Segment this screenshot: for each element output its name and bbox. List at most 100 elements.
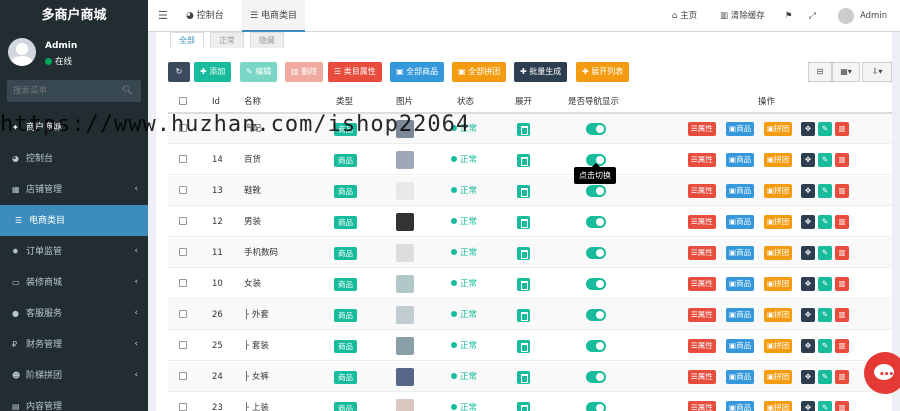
move-button[interactable]: ✥ [801,122,815,136]
expand-button[interactable] [517,278,530,291]
delete-row-button[interactable]: ▥ [835,122,849,136]
category-image[interactable] [396,399,414,411]
delete-row-button[interactable]: ▥ [835,370,849,384]
tab-category[interactable]: ☰ 电商类目 [242,0,305,32]
attr-button[interactable]: ☰属性 [688,122,716,136]
nav-display-toggle[interactable] [586,185,606,197]
table-row[interactable]: 10 女装 商品 正常 ☰属性 ▣商品 ▣拼团 ✥ ✎ ▥ [168,269,892,299]
row-checkbox[interactable] [179,248,187,256]
edit-row-button[interactable]: ✎ [818,153,832,167]
search-input[interactable] [7,80,117,102]
clear-cache-button[interactable]: ▥ 清除缓存 [720,0,765,32]
expand-button[interactable] [517,154,530,167]
delete-row-button[interactable]: ▥ [835,308,849,322]
row-checkbox[interactable] [179,155,187,163]
row-checkbox[interactable] [179,403,187,411]
category-image[interactable] [396,244,414,262]
nav-display-toggle[interactable] [586,340,606,352]
tab-dashboard[interactable]: ◕ 控制台 [178,0,232,32]
category-image[interactable] [396,275,414,293]
move-button[interactable]: ✥ [801,370,815,384]
table-row[interactable]: 11 手机数码 商品 正常 ☰属性 ▣商品 ▣拼团 ✥ ✎ ▥ [168,238,892,268]
nav-display-toggle[interactable] [586,402,606,411]
delete-row-button[interactable]: ▥ [835,246,849,260]
table-row[interactable]: 23 ├ 上装 商品 正常 ☰属性 ▣商品 ▣拼团 ✥ ✎ ▥ [168,393,892,411]
row-checkbox[interactable] [179,372,187,380]
move-button[interactable]: ✥ [801,277,815,291]
expand-button[interactable] [517,185,530,198]
sidebar-item-content[interactable]: ▤ 内容管理 [0,391,148,411]
expand-button[interactable] [517,309,530,322]
group-button[interactable]: ▣拼团 [764,277,793,291]
row-checkbox[interactable] [179,310,187,318]
sidebar-item-orders[interactable]: ✹ 订单监管 ‹ [0,236,148,267]
expand-button[interactable] [517,371,530,384]
row-checkbox[interactable] [179,279,187,287]
chat-button[interactable]: ••• [864,352,900,394]
goods-button[interactable]: ▣商品 [726,246,755,260]
group-button[interactable]: ▣拼团 [764,184,793,198]
group-button[interactable]: ▣拼团 [764,153,793,167]
move-button[interactable]: ✥ [801,215,815,229]
tab-all[interactable]: 全部 [170,32,204,48]
expand-button[interactable] [517,216,530,229]
refresh-button[interactable]: ↻ [168,62,190,82]
edit-row-button[interactable]: ✎ [818,184,832,198]
goods-button[interactable]: ▣商品 [726,153,755,167]
nav-display-toggle[interactable] [586,247,606,259]
category-image[interactable] [396,213,414,231]
category-attr-button[interactable]: ☰ 类目属性 [328,62,382,82]
delete-row-button[interactable]: ▥ [835,277,849,291]
category-image[interactable] [396,368,414,386]
row-checkbox[interactable] [179,186,187,194]
edit-row-button[interactable]: ✎ [818,308,832,322]
edit-row-button[interactable]: ✎ [818,246,832,260]
table-row[interactable]: 26 ├ 外套 商品 正常 ☰属性 ▣商品 ▣拼团 ✥ ✎ ▥ [168,300,892,330]
attr-button[interactable]: ☰属性 [688,215,716,229]
move-button[interactable]: ✥ [801,184,815,198]
add-button[interactable]: ✚ 添加 [194,62,232,82]
topbar-user[interactable]: Admin [860,0,887,32]
expand-button[interactable] [517,402,530,411]
search-icon[interactable]: 🔍︎ [122,86,133,96]
goods-button[interactable]: ▣商品 [726,122,755,136]
delete-row-button[interactable]: ▥ [835,339,849,353]
delete-row-button[interactable]: ▥ [835,215,849,229]
table-row[interactable]: 14 百货 商品 正常 ☰属性 ▣商品 ▣拼团 ✥ ✎ ▥ [168,145,892,175]
goods-button[interactable]: ▣商品 [726,215,755,229]
goods-button[interactable]: ▣商品 [726,339,755,353]
category-image[interactable] [396,306,414,324]
goods-button[interactable]: ▣商品 [726,277,755,291]
goods-button[interactable]: ▣商品 [726,401,755,411]
export-button[interactable]: ⇩▾ [862,62,892,82]
sidebar-item-category[interactable]: ☰ 电商类目 [0,205,148,236]
nav-display-toggle[interactable] [586,371,606,383]
row-checkbox[interactable] [179,341,187,349]
move-button[interactable]: ✥ [801,339,815,353]
edit-row-button[interactable]: ✎ [818,339,832,353]
nav-display-toggle[interactable] [586,278,606,290]
nav-display-toggle[interactable] [586,216,606,228]
expand-list-button[interactable]: ✚ 展开列表 [576,62,630,82]
group-button[interactable]: ▣拼团 [764,122,793,136]
delete-button[interactable]: ▥ 删除 [285,62,324,82]
attr-button[interactable]: ☰属性 [688,370,716,384]
nav-display-toggle[interactable] [586,309,606,321]
attr-button[interactable]: ☰属性 [688,339,716,353]
language-icon[interactable]: ⚑ [785,0,793,32]
attr-button[interactable]: ☰属性 [688,184,716,198]
columns-button[interactable]: ▦▾ [832,62,860,82]
sidebar-item-dashboard[interactable]: ◕ 控制台 [0,143,148,174]
delete-row-button[interactable]: ▥ [835,153,849,167]
attr-button[interactable]: ☰属性 [688,153,716,167]
all-groupbuy-button[interactable]: ▣ 全部拼团 [452,62,507,82]
batch-generate-button[interactable]: ✚ 批量生成 [514,62,568,82]
fullscreen-icon[interactable]: ⤢ [809,0,816,32]
group-button[interactable]: ▣拼团 [764,401,793,411]
tab-hidden[interactable]: 隐藏 [250,32,284,48]
delete-row-button[interactable]: ▥ [835,401,849,411]
attr-button[interactable]: ☰属性 [688,401,716,411]
sidebar-item-finance[interactable]: ₽ 财务管理 ‹ [0,329,148,360]
goods-button[interactable]: ▣商品 [726,184,755,198]
move-button[interactable]: ✥ [801,246,815,260]
